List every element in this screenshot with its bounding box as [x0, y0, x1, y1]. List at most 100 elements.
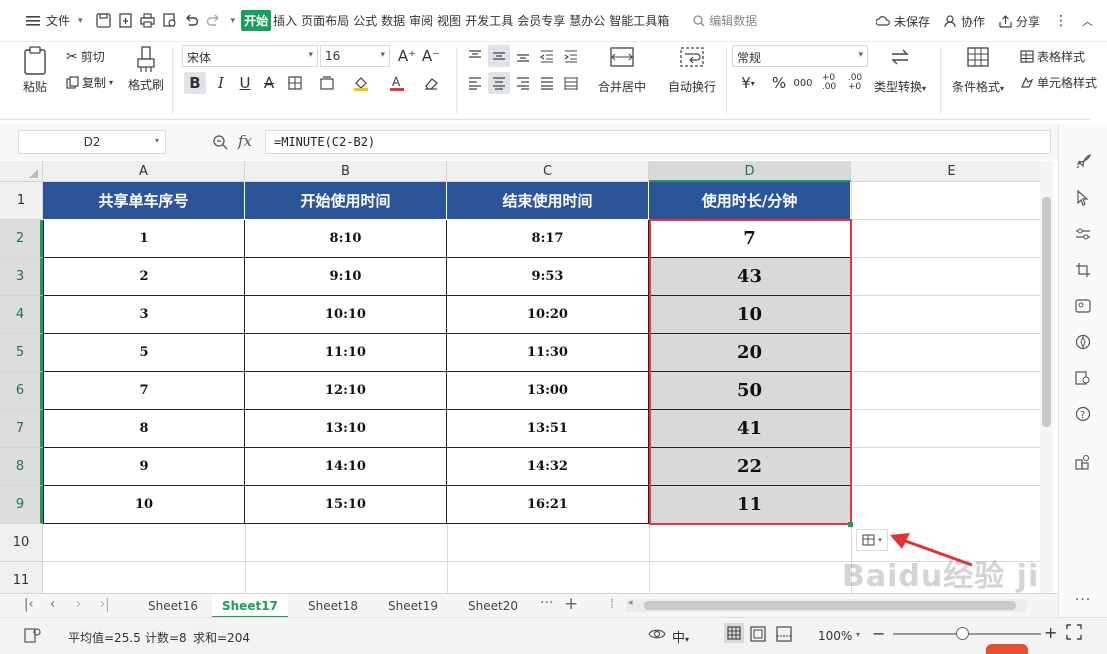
customize-toolbar-icon[interactable]: ▾	[231, 16, 236, 26]
table-cell-active[interactable]: 7	[649, 220, 851, 258]
column-header-e[interactable]: E	[851, 161, 1040, 182]
cell-format-icon[interactable]	[316, 72, 338, 94]
name-box[interactable]: D2	[18, 130, 166, 154]
currency-icon[interactable]: ¥ ▾	[734, 72, 762, 94]
last-sheet-icon[interactable]: ›|	[100, 597, 110, 612]
strikethrough-icon[interactable]: A	[258, 72, 280, 94]
table-cell[interactable]: 9:10	[245, 258, 447, 296]
tab-home[interactable]: 开始	[241, 10, 272, 31]
align-center-icon[interactable]	[488, 72, 510, 94]
help-icon[interactable]: ?	[1073, 404, 1093, 424]
tab-formulas[interactable]: 公式	[351, 12, 379, 29]
column-header-c[interactable]: C	[447, 161, 649, 182]
zoom-slider-handle[interactable]	[956, 627, 969, 640]
table-cell[interactable]: 8:10	[245, 220, 447, 258]
scroll-left-icon[interactable]: ◂	[628, 598, 633, 608]
sheet-tab-16[interactable]: Sheet16	[138, 594, 208, 618]
splitter-icon[interactable]: ⁞	[610, 597, 614, 612]
table-cell[interactable]: 10	[43, 486, 245, 524]
unsaved-status[interactable]: 未保存	[875, 13, 930, 30]
undo-icon[interactable]	[181, 10, 203, 32]
row-header-9[interactable]: 9	[0, 486, 43, 524]
print-icon[interactable]	[137, 10, 159, 32]
row-header-2[interactable]: 2	[0, 220, 43, 258]
font-size-select[interactable]: 16 ▾	[320, 45, 390, 67]
macro-icon[interactable]	[24, 626, 42, 647]
table-cell[interactable]: 11	[649, 486, 851, 524]
indent-decrease-icon[interactable]	[536, 45, 558, 67]
table-header-cell[interactable]: 结束使用时间	[447, 182, 649, 220]
row-header-7[interactable]: 7	[0, 410, 43, 448]
align-left-icon[interactable]	[464, 72, 486, 94]
number-format-select[interactable]: 常规 ▾	[732, 45, 868, 67]
table-cell[interactable]: 1	[43, 220, 245, 258]
collaborate-button[interactable]: 协作	[944, 13, 985, 30]
share-button[interactable]: 分享	[999, 13, 1040, 30]
table-cell[interactable]: 9:53	[447, 258, 649, 296]
formula-input[interactable]: =MINUTE(C2-B2)	[265, 130, 1051, 154]
table-cell[interactable]: 5	[43, 334, 245, 372]
table-cell[interactable]: 14:32	[447, 448, 649, 486]
bold-icon[interactable]: B	[184, 72, 206, 94]
horizontal-scrollbar[interactable]: ◂	[626, 598, 1026, 612]
zoom-in-icon[interactable]: +	[1044, 623, 1057, 642]
distributed-icon[interactable]	[560, 72, 582, 94]
borders-icon[interactable]	[284, 72, 306, 94]
crop-icon[interactable]	[1073, 260, 1093, 280]
vertical-scrollbar[interactable]	[1040, 161, 1053, 593]
align-middle-icon[interactable]	[488, 45, 510, 67]
wrap-text-button[interactable]: 自动换行	[668, 46, 716, 95]
copy-button[interactable]: 复制 ▾	[66, 74, 113, 91]
merge-center-button[interactable]: 合并居中	[598, 46, 646, 95]
tab-smart-office[interactable]: 慧办公	[567, 12, 607, 29]
fullscreen-icon[interactable]	[1066, 624, 1082, 643]
tab-view[interactable]: 视图	[435, 12, 463, 29]
more-sheets-icon[interactable]: ···	[540, 595, 553, 611]
table-cell[interactable]: 10	[649, 296, 851, 334]
ai-assistant-icon[interactable]	[1073, 332, 1093, 352]
conditional-format-button[interactable]: 条件格式▾	[952, 46, 1004, 95]
language-icon[interactable]: 中▾	[672, 627, 689, 646]
table-cell[interactable]: 3	[43, 296, 245, 334]
search-command[interactable]: 编辑数据	[693, 12, 757, 29]
tab-data[interactable]: 数据	[379, 12, 407, 29]
zoom-out-icon[interactable]: −	[872, 624, 885, 643]
page-layout-view-icon[interactable]	[750, 626, 766, 645]
table-cell[interactable]: 10:20	[447, 296, 649, 334]
decrease-decimal-icon[interactable]: .00 +0	[844, 72, 866, 94]
table-cell[interactable]: 43	[649, 258, 851, 296]
row-header-3[interactable]: 3	[0, 258, 43, 296]
italic-icon[interactable]: I	[210, 72, 232, 94]
table-header-cell[interactable]: 共享单车序号	[43, 182, 245, 220]
book-search-icon[interactable]	[1073, 368, 1093, 388]
table-cell[interactable]: 11:10	[245, 334, 447, 372]
sliders-icon[interactable]	[1073, 224, 1093, 244]
prev-sheet-icon[interactable]: ‹	[50, 597, 55, 612]
align-bottom-icon[interactable]	[512, 45, 534, 67]
redo-icon[interactable]	[203, 10, 225, 32]
table-cell[interactable]: 2	[43, 258, 245, 296]
table-cell[interactable]: 22	[649, 448, 851, 486]
collapse-ribbon-icon[interactable]: ︿	[1082, 13, 1093, 29]
save-icon[interactable]	[93, 10, 115, 32]
row-header-4[interactable]: 4	[0, 296, 43, 334]
chevron-down-icon[interactable]: ▾	[78, 16, 83, 26]
table-cell[interactable]: 16:21	[447, 486, 649, 524]
table-cell[interactable]: 9	[43, 448, 245, 486]
format-painter-button[interactable]: 格式刷	[128, 46, 164, 93]
tab-review[interactable]: 审阅	[407, 12, 435, 29]
tab-insert[interactable]: 插入	[271, 12, 299, 29]
table-cell[interactable]: 50	[649, 372, 851, 410]
table-cell[interactable]: 10:10	[245, 296, 447, 334]
font-name-select[interactable]: 宋体 ▾	[182, 45, 318, 67]
align-right-icon[interactable]	[512, 72, 534, 94]
export-pdf-icon[interactable]	[115, 10, 137, 32]
chevron-down-icon[interactable]: ▾	[155, 136, 159, 145]
table-style-button[interactable]: 表格样式	[1020, 48, 1085, 65]
table-cell[interactable]: 12:10	[245, 372, 447, 410]
table-cell[interactable]: 13:00	[447, 372, 649, 410]
type-convert-button[interactable]: 类型转换▾	[874, 46, 926, 95]
fill-handle[interactable]	[848, 522, 853, 527]
fill-color-icon[interactable]	[350, 72, 372, 94]
table-cell[interactable]: 7	[43, 372, 245, 410]
